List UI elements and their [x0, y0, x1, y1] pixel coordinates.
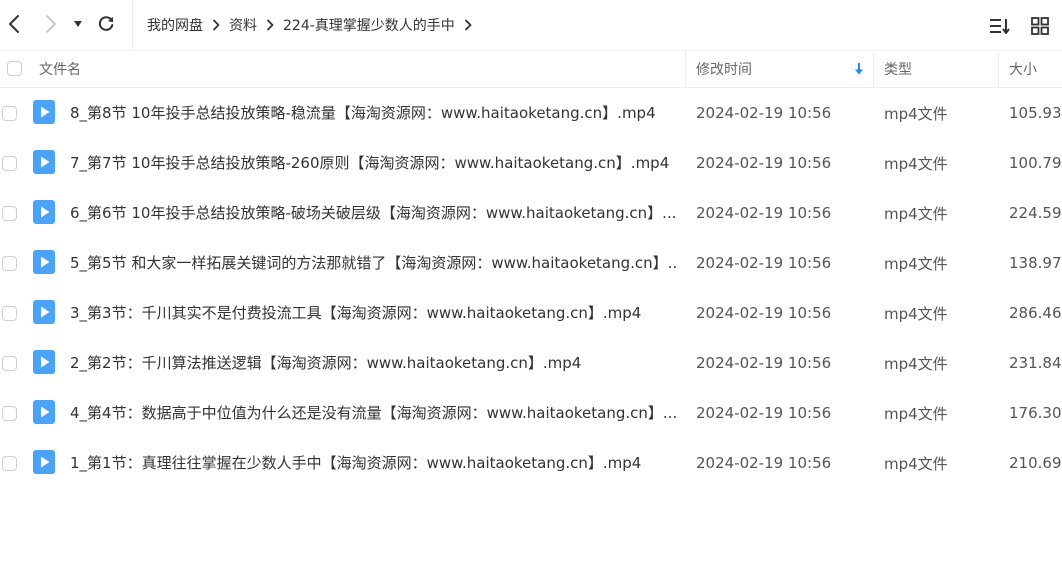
row-checkbox[interactable]: [2, 206, 17, 221]
breadcrumb-item-materials[interactable]: 资料: [229, 15, 257, 35]
file-name[interactable]: 6_第6节 10年投手总结投放策略-破场关破层级【海淘资源网：www.haita…: [70, 188, 676, 238]
breadcrumb-item-current-folder[interactable]: 224-真理掌握少数人的手中: [283, 15, 455, 35]
refresh-button[interactable]: [92, 10, 120, 38]
row-checkbox[interactable]: [2, 356, 17, 371]
row-checkbox[interactable]: [2, 406, 17, 421]
chevron-left-icon: [9, 15, 19, 33]
caret-down-icon: [74, 21, 82, 27]
file-size: 231.84M: [1009, 354, 1062, 372]
column-header-name[interactable]: 文件名: [39, 51, 679, 87]
sort-list-icon: [990, 19, 1010, 34]
file-name[interactable]: 1_第1节：真理往往掌握在少数人手中【海淘资源网：www.haitaoketan…: [70, 438, 641, 488]
video-file-icon: [33, 200, 55, 224]
file-size: 224.59M: [1009, 204, 1062, 222]
file-modified: 2024-02-19 10:56: [696, 154, 832, 172]
file-size: 176.30M: [1009, 404, 1062, 422]
file-type: mp4文件: [884, 104, 948, 123]
file-name[interactable]: 2_第2节：千川算法推送逻辑【海淘资源网：www.haitaoketang.cn…: [70, 338, 581, 388]
file-modified: 2024-02-19 10:56: [696, 354, 832, 372]
table-row[interactable]: 5_第5节 和大家一样拓展关键词的方法那就错了【海淘资源网：www.haitao…: [0, 238, 1062, 288]
row-checkbox[interactable]: [2, 306, 17, 321]
grid-view-button[interactable]: [1028, 14, 1052, 38]
file-type: mp4文件: [884, 304, 948, 323]
video-file-icon: [33, 150, 55, 174]
table-row[interactable]: 7_第7节 10年投手总结投放策略-260原则【海淘资源网：www.haitao…: [0, 138, 1062, 188]
file-size: 286.46M: [1009, 304, 1062, 322]
breadcrumb: 我的网盘 资料 224-真理掌握少数人的手中: [132, 0, 481, 50]
file-type: mp4文件: [884, 204, 948, 223]
file-modified: 2024-02-19 10:56: [696, 104, 832, 122]
table-row[interactable]: 1_第1节：真理往往掌握在少数人手中【海淘资源网：www.haitaoketan…: [0, 438, 1062, 488]
column-divider[interactable]: [685, 51, 686, 87]
chevron-right-icon: [46, 15, 56, 33]
file-modified: 2024-02-19 10:56: [696, 404, 832, 422]
column-divider[interactable]: [873, 51, 874, 87]
file-size: 210.69M: [1009, 454, 1062, 472]
toolbar: 我的网盘 资料 224-真理掌握少数人的手中: [0, 0, 1062, 50]
file-modified: 2024-02-19 10:56: [696, 304, 832, 322]
row-checkbox[interactable]: [2, 106, 17, 121]
file-type: mp4文件: [884, 254, 948, 273]
column-header-type[interactable]: 类型: [884, 51, 994, 87]
table-row[interactable]: 3_第3节：千川其实不是付费投流工具【海淘资源网：www.haitaoketan…: [0, 288, 1062, 338]
file-name[interactable]: 4_第4节：数据高于中位值为什么还是没有流量【海淘资源网：www.haitaok…: [70, 388, 676, 438]
file-size: 100.79M: [1009, 154, 1062, 172]
forward-button[interactable]: [37, 10, 65, 38]
chevron-right-icon: [266, 19, 274, 31]
table-row[interactable]: 8_第8节 10年投手总结投放策略-稳流量【海淘资源网：www.haitaoke…: [0, 88, 1062, 138]
row-checkbox[interactable]: [2, 256, 17, 271]
column-header-modified[interactable]: 修改时间: [696, 51, 866, 87]
column-header-size-label: 大小: [1009, 62, 1037, 78]
column-divider[interactable]: [998, 51, 999, 87]
breadcrumb-item-my-drive[interactable]: 我的网盘: [147, 15, 203, 35]
chevron-right-icon: [212, 19, 220, 31]
video-file-icon: [33, 350, 55, 374]
back-button[interactable]: [0, 10, 28, 38]
file-modified: 2024-02-19 10:56: [696, 454, 832, 472]
video-file-icon: [33, 300, 55, 324]
file-name[interactable]: 7_第7节 10年投手总结投放策略-260原则【海淘资源网：www.haitao…: [70, 138, 669, 188]
table-row[interactable]: 4_第4节：数据高于中位值为什么还是没有流量【海淘资源网：www.haitaok…: [0, 388, 1062, 438]
file-size: 138.97M: [1009, 254, 1062, 272]
table-row[interactable]: 6_第6节 10年投手总结投放策略-破场关破层级【海淘资源网：www.haita…: [0, 188, 1062, 238]
column-header-size[interactable]: 大小: [1009, 51, 1062, 87]
video-file-icon: [33, 450, 55, 474]
column-header-name-label: 文件名: [39, 62, 81, 78]
file-name[interactable]: 8_第8节 10年投手总结投放策略-稳流量【海淘资源网：www.haitaoke…: [70, 88, 656, 138]
grid-view-icon: [1031, 17, 1049, 35]
history-dropdown-button[interactable]: [67, 10, 89, 38]
file-size: 105.93M: [1009, 104, 1062, 122]
video-file-icon: [33, 400, 55, 424]
file-list-header: 文件名 修改时间 类型 大小: [0, 50, 1062, 88]
file-type: mp4文件: [884, 404, 948, 423]
sort-descending-icon: [855, 63, 863, 75]
row-checkbox[interactable]: [2, 156, 17, 171]
sort-button[interactable]: [988, 14, 1012, 38]
table-row[interactable]: 2_第2节：千川算法推送逻辑【海淘资源网：www.haitaoketang.cn…: [0, 338, 1062, 388]
video-file-icon: [33, 250, 55, 274]
chevron-right-icon[interactable]: [464, 19, 472, 31]
file-name[interactable]: 5_第5节 和大家一样拓展关键词的方法那就错了【海淘资源网：www.haitao…: [70, 238, 676, 288]
column-header-type-label: 类型: [884, 62, 912, 78]
file-name[interactable]: 3_第3节：千川其实不是付费投流工具【海淘资源网：www.haitaoketan…: [70, 288, 641, 338]
select-all-checkbox[interactable]: [7, 61, 22, 76]
file-modified: 2024-02-19 10:56: [696, 254, 832, 272]
refresh-icon: [98, 16, 114, 31]
row-checkbox[interactable]: [2, 456, 17, 471]
video-file-icon: [33, 100, 55, 124]
file-modified: 2024-02-19 10:56: [696, 204, 832, 222]
file-type: mp4文件: [884, 154, 948, 173]
column-header-modified-label: 修改时间: [696, 62, 752, 78]
file-type: mp4文件: [884, 354, 948, 373]
file-type: mp4文件: [884, 454, 948, 473]
